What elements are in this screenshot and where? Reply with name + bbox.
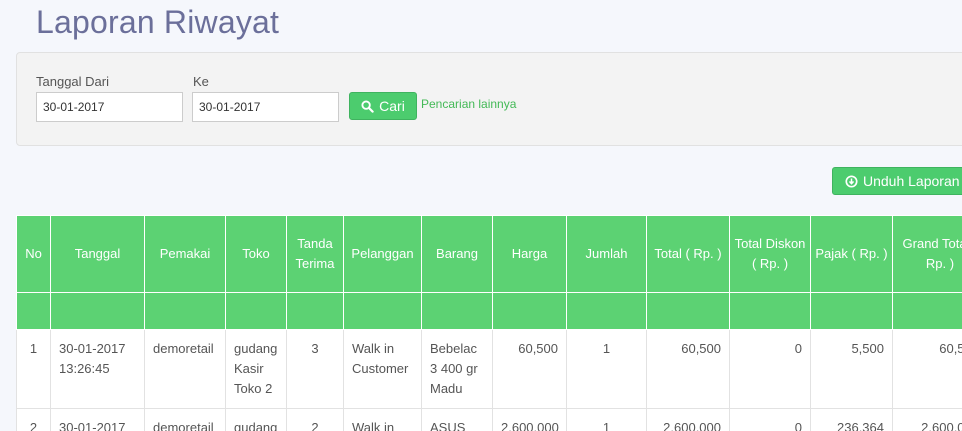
download-report-button[interactable]: Unduh Laporan (832, 167, 962, 195)
cell-customer: Walk in (343, 408, 422, 431)
report-table: No Tanggal Pemakai Toko Tanda Terima Pel… (16, 215, 962, 431)
cell-price: 60,500 (492, 329, 567, 409)
more-search-link[interactable]: Pencarian lainnya (421, 97, 516, 111)
download-report-label: Unduh Laporan (863, 173, 960, 189)
search-button-label: Cari (379, 98, 405, 114)
page-title: Laporan Riwayat (36, 4, 280, 40)
search-icon (361, 99, 374, 113)
table-header-row: No Tanggal Pemakai Toko Tanda Terima Pel… (16, 215, 962, 293)
col-header-customer[interactable]: Pelanggan (343, 215, 422, 293)
cell-store: gudang (225, 408, 287, 431)
cell-date: 30-01-2017 (50, 408, 145, 431)
filter-cell (50, 292, 145, 330)
cell-item: ASUS (421, 408, 493, 431)
date-from-label: Tanggal Dari (36, 74, 109, 89)
cell-no: 2 (16, 408, 51, 431)
cell-total: 60,500 (646, 329, 730, 409)
table-filter-row (16, 292, 962, 330)
col-header-receipt[interactable]: Tanda Terima (286, 215, 344, 293)
cell-user: demoretail (144, 408, 226, 431)
cell-receipt: 3 (286, 329, 344, 409)
cell-total-discount: 0 (729, 408, 811, 431)
col-header-no[interactable]: No (16, 215, 51, 293)
cell-price: 2,600,000 (492, 408, 567, 431)
filter-cell (646, 292, 730, 330)
cell-grand-total: 60,500 (892, 329, 962, 409)
col-header-item[interactable]: Barang (421, 215, 493, 293)
col-header-total[interactable]: Total ( Rp. ) (646, 215, 730, 293)
col-header-user[interactable]: Pemakai (144, 215, 226, 293)
cell-tax: 5,500 (810, 329, 893, 409)
cell-quantity: 1 (566, 408, 647, 431)
table-row[interactable]: 2 30-01-2017 demoretail gudang 2 Walk in… (16, 408, 962, 431)
cell-item: Bebelac 3 400 gr Madu (421, 329, 493, 409)
filter-cell (225, 292, 287, 330)
date-from-input[interactable] (36, 92, 183, 122)
filter-panel: Tanggal Dari Ke Cari Pencarian lainnya (16, 52, 962, 146)
filter-cell (729, 292, 811, 330)
search-button[interactable]: Cari (349, 92, 417, 120)
col-header-total-discount[interactable]: Total Diskon ( Rp. ) (729, 215, 811, 293)
table-row[interactable]: 1 30-01-2017 13:26:45 demoretail gudang … (16, 329, 962, 409)
filter-cell (16, 292, 51, 330)
cell-customer: Walk in Customer (343, 329, 422, 409)
cell-quantity: 1 (566, 329, 647, 409)
filter-cell (144, 292, 226, 330)
col-header-date[interactable]: Tanggal (50, 215, 145, 293)
cell-user: demoretail (144, 329, 226, 409)
report-table-container: No Tanggal Pemakai Toko Tanda Terima Pel… (16, 215, 962, 431)
filter-cell (566, 292, 647, 330)
col-header-grand-total[interactable]: Grand Total ( Rp. ) (892, 215, 962, 293)
download-circle-icon (845, 174, 858, 188)
cell-date: 30-01-2017 13:26:45 (50, 329, 145, 409)
cell-total-discount: 0 (729, 329, 811, 409)
cell-total: 2,600,000 (646, 408, 730, 431)
date-to-label: Ke (193, 74, 209, 89)
col-header-store[interactable]: Toko (225, 215, 287, 293)
filter-cell (810, 292, 893, 330)
date-to-input[interactable] (192, 92, 339, 122)
cell-grand-total: 2,600,000 (892, 408, 962, 431)
cell-receipt: 2 (286, 408, 344, 431)
cell-tax: 236,364 (810, 408, 893, 431)
filter-cell (286, 292, 344, 330)
filter-cell (892, 292, 962, 330)
col-header-quantity[interactable]: Jumlah (566, 215, 647, 293)
filter-cell (343, 292, 422, 330)
col-header-tax[interactable]: Pajak ( Rp. ) (810, 215, 893, 293)
cell-store: gudang Kasir Toko 2 (225, 329, 287, 409)
col-header-price[interactable]: Harga (492, 215, 567, 293)
cell-no: 1 (16, 329, 51, 409)
filter-cell (421, 292, 493, 330)
filter-cell (492, 292, 567, 330)
